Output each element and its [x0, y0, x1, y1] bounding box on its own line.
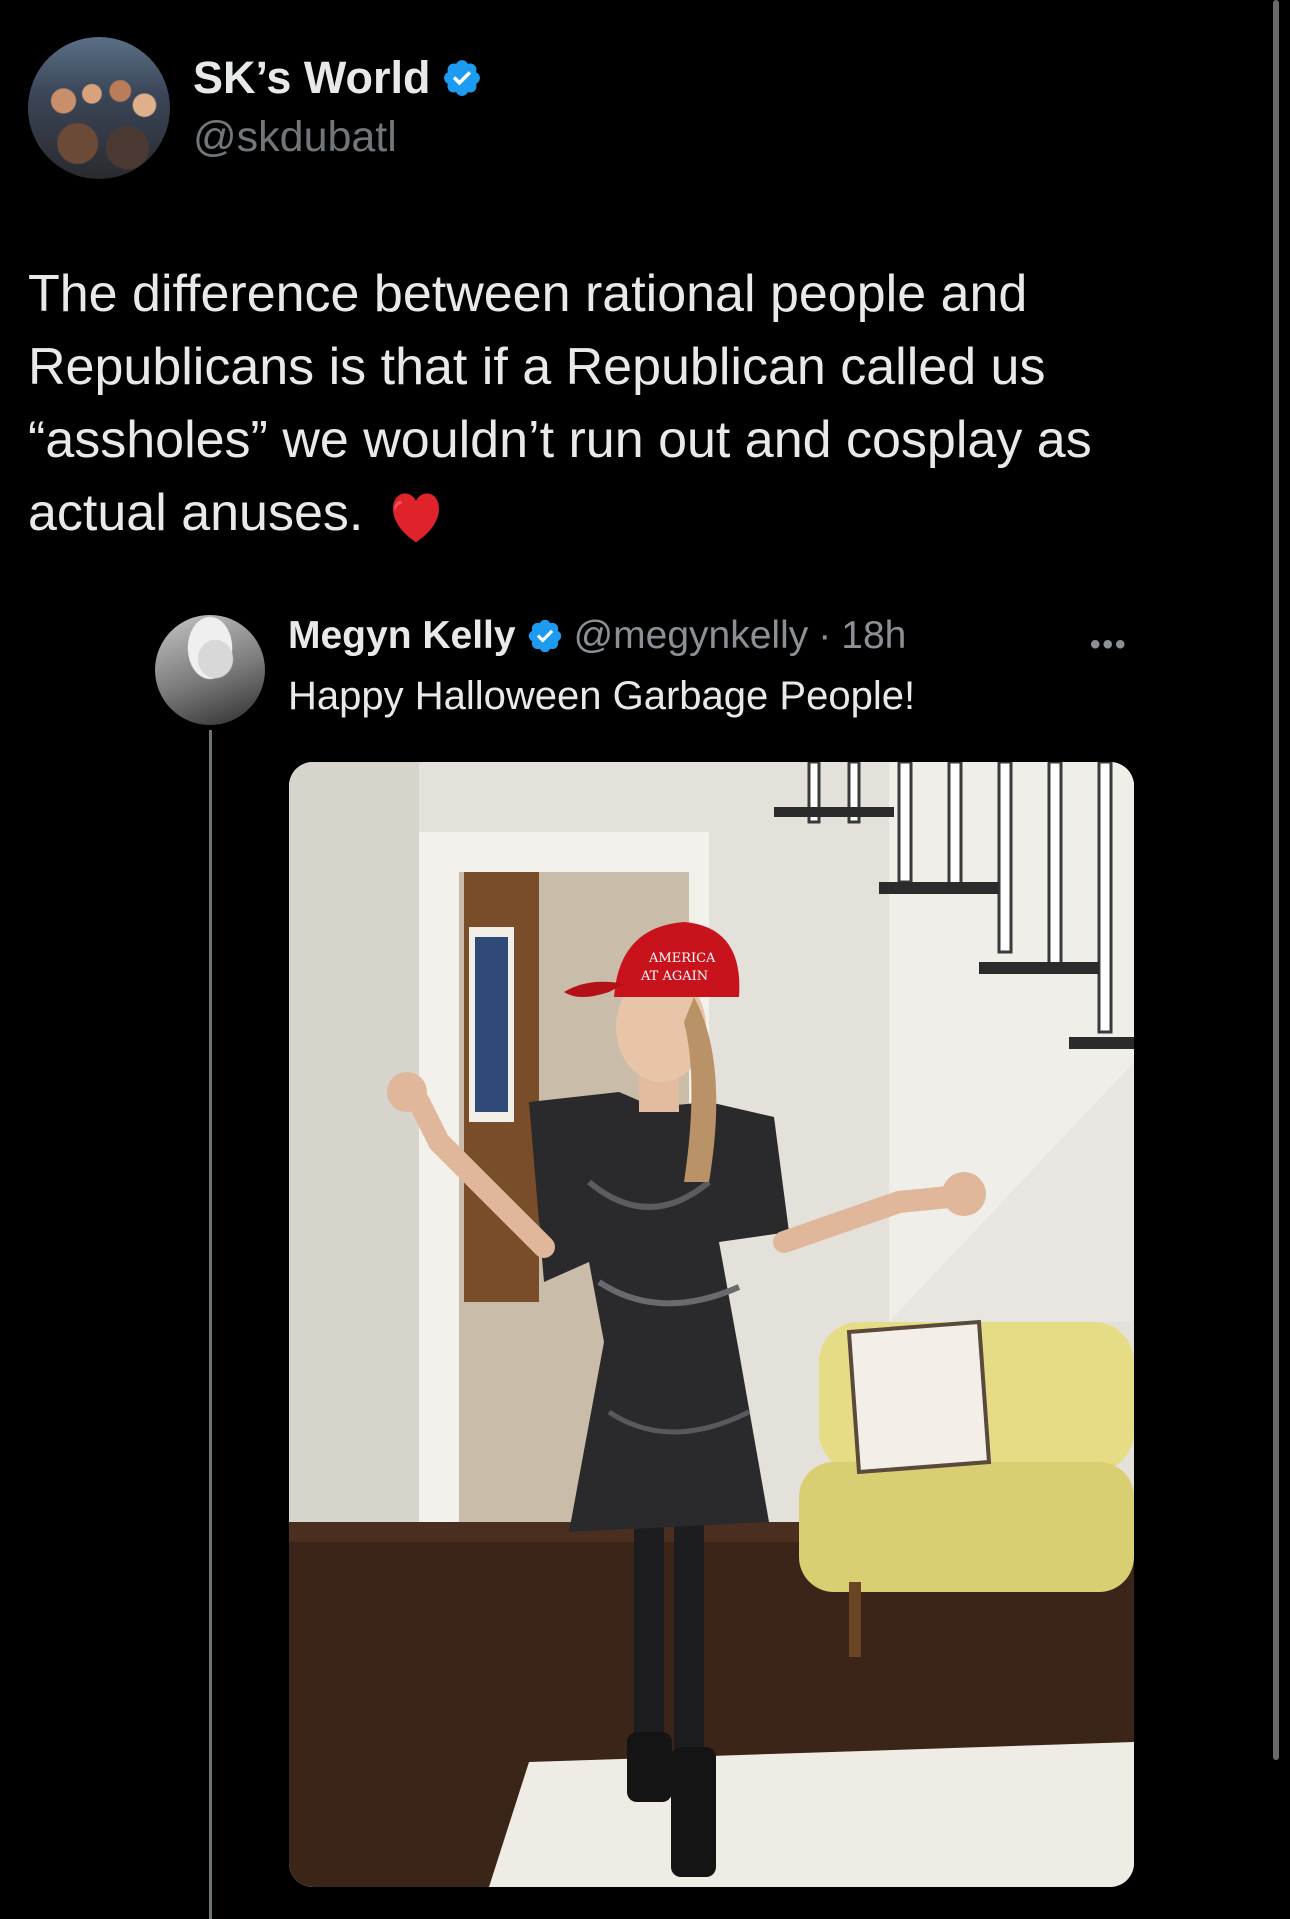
author-display-name[interactable]: SK’s World [193, 52, 431, 104]
quoted-author-avatar[interactable] [155, 615, 265, 725]
scrollbar[interactable] [1273, 0, 1279, 1760]
author-handle[interactable]: @skdubatl [193, 113, 397, 162]
quoted-author-handle[interactable]: @megynkelly [574, 614, 809, 658]
post-body: The difference between rational people a… [28, 265, 1092, 542]
separator-dot: · [818, 614, 832, 657]
post-timestamp[interactable]: 18h [841, 614, 906, 658]
cap-text-2: AT AGAIN [640, 969, 708, 984]
red-heart-icon [392, 493, 439, 543]
quoted-post-header: Megyn Kelly @megynkelly · 18h [288, 614, 906, 658]
author-name-row[interactable]: SK’s World [193, 52, 483, 104]
verified-badge-icon [443, 60, 480, 96]
quoted-post-text: Happy Halloween Garbage People! [288, 674, 916, 718]
verified-badge-icon [528, 619, 561, 653]
post-media-image[interactable]: AMERICA AT AGAIN [289, 762, 1134, 1887]
photo-illustration: AMERICA AT AGAIN [289, 762, 1134, 1887]
quoted-author-name[interactable]: Megyn Kelly [288, 614, 516, 658]
author-avatar[interactable] [28, 37, 170, 179]
post-text: The difference between rational people a… [28, 258, 1228, 550]
thread-connector-line [209, 730, 212, 1919]
more-options-icon[interactable]: ••• [1090, 628, 1128, 662]
cap-text-1: AMERICA [648, 951, 716, 966]
